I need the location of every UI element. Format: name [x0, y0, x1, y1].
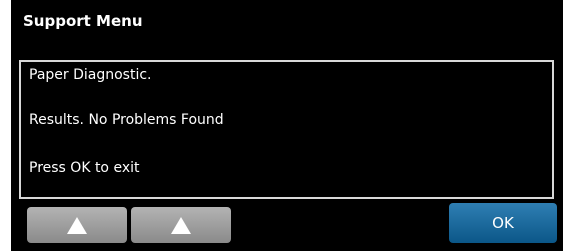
- message-line-instruction: Press OK to exit: [29, 160, 140, 176]
- up-arrow-icon: [171, 216, 191, 234]
- ok-button[interactable]: OK: [449, 203, 557, 243]
- message-box: Paper Diagnostic. Results. No Problems F…: [19, 60, 554, 199]
- up-arrow-icon: [67, 216, 87, 234]
- support-menu-screen: Support Menu Paper Diagnostic. Results. …: [11, 0, 563, 251]
- screen-title: Support Menu: [23, 12, 143, 30]
- message-line-diagnostic: Paper Diagnostic.: [29, 67, 152, 83]
- scroll-up-button-1[interactable]: [27, 207, 127, 243]
- scroll-up-button-2[interactable]: [131, 207, 231, 243]
- message-line-results: Results. No Problems Found: [29, 112, 224, 128]
